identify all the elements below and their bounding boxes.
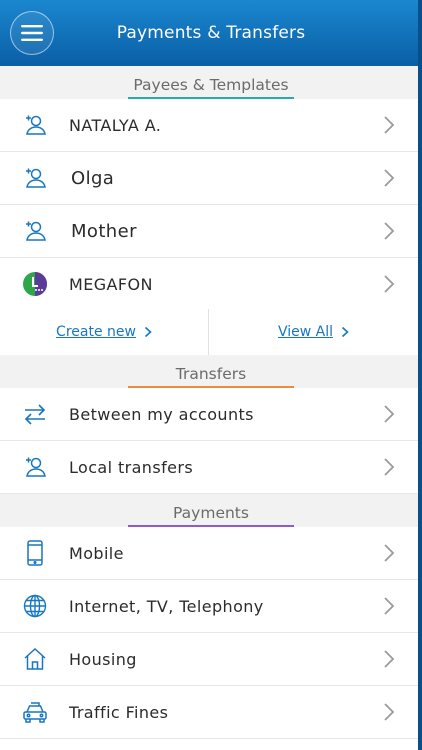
app-header: Payments & Transfers [0, 0, 422, 66]
chevron-right-icon [384, 169, 395, 187]
mobile-phone-icon [22, 540, 48, 566]
payee-name: NATALYA A. [69, 115, 162, 135]
chevron-right-icon [384, 222, 395, 240]
chevron-right-icon [384, 597, 395, 615]
transfer-label: Between my accounts [69, 404, 254, 424]
person-icon [22, 165, 48, 191]
payee-name: Olga [71, 167, 115, 189]
payment-label: Internet, TV, Telephony [69, 596, 264, 616]
create-new-label: Create new [56, 324, 136, 340]
menu-button[interactable] [10, 11, 54, 55]
car-icon [22, 699, 48, 725]
payment-label: Mobile [69, 543, 124, 563]
view-all-cell: View All [209, 309, 418, 355]
chevron-right-icon [384, 275, 395, 293]
section-title: Payments [173, 504, 249, 522]
globe-icon [22, 593, 48, 619]
person-icon [22, 218, 48, 244]
person-icon [22, 454, 48, 480]
view-all-link[interactable]: View All [278, 324, 349, 340]
payment-label: Traffic Fines [69, 702, 169, 722]
chevron-right-icon [384, 544, 395, 562]
chevron-right-icon [384, 405, 395, 423]
payee-name: Mother [71, 220, 137, 242]
megafon-logo-icon [22, 271, 48, 297]
transfer-label: Local transfers [69, 457, 194, 477]
payment-row[interactable]: Traffic Fines [0, 686, 418, 739]
payee-row[interactable]: NATALYA A. [0, 99, 418, 152]
transfer-row[interactable]: Between my accounts [0, 388, 418, 441]
view-all-label: View All [277, 324, 334, 340]
hamburger-menu-icon [21, 25, 43, 41]
payee-row[interactable]: Olga [0, 152, 418, 205]
payee-row[interactable]: MEGAFON [0, 258, 418, 311]
chevron-right-icon [144, 326, 152, 338]
section-header-payments: Payments [0, 494, 422, 527]
section-header-payees: Payees & Templates [0, 66, 422, 99]
section-header-transfers: Transfers [0, 355, 422, 388]
chevron-right-icon [384, 703, 395, 721]
create-new-link[interactable]: Create new [56, 324, 152, 340]
window-edge [418, 0, 422, 750]
payee-name: MEGAFON [69, 274, 153, 294]
chevron-right-icon [341, 326, 349, 338]
create-new-cell: Create new [0, 309, 209, 355]
payment-row[interactable]: Housing [0, 633, 418, 686]
payee-row[interactable]: Mother [0, 205, 418, 258]
payment-row[interactable]: Mobile [0, 527, 418, 580]
house-icon [22, 646, 48, 672]
transfer-row[interactable]: Local transfers [0, 441, 418, 494]
payee-actions: Create new View All [0, 309, 418, 355]
chevron-right-icon [384, 458, 395, 476]
swap-arrows-icon [22, 401, 48, 427]
payment-row[interactable]: Internet, TV, Telephony [0, 580, 418, 633]
chevron-right-icon [384, 650, 395, 668]
page-title: Payments & Transfers [116, 23, 306, 43]
person-icon [22, 112, 48, 138]
section-title: Transfers [175, 365, 247, 383]
payment-label: Housing [69, 649, 137, 669]
section-title: Payees & Templates [133, 76, 289, 94]
chevron-right-icon [384, 116, 395, 134]
